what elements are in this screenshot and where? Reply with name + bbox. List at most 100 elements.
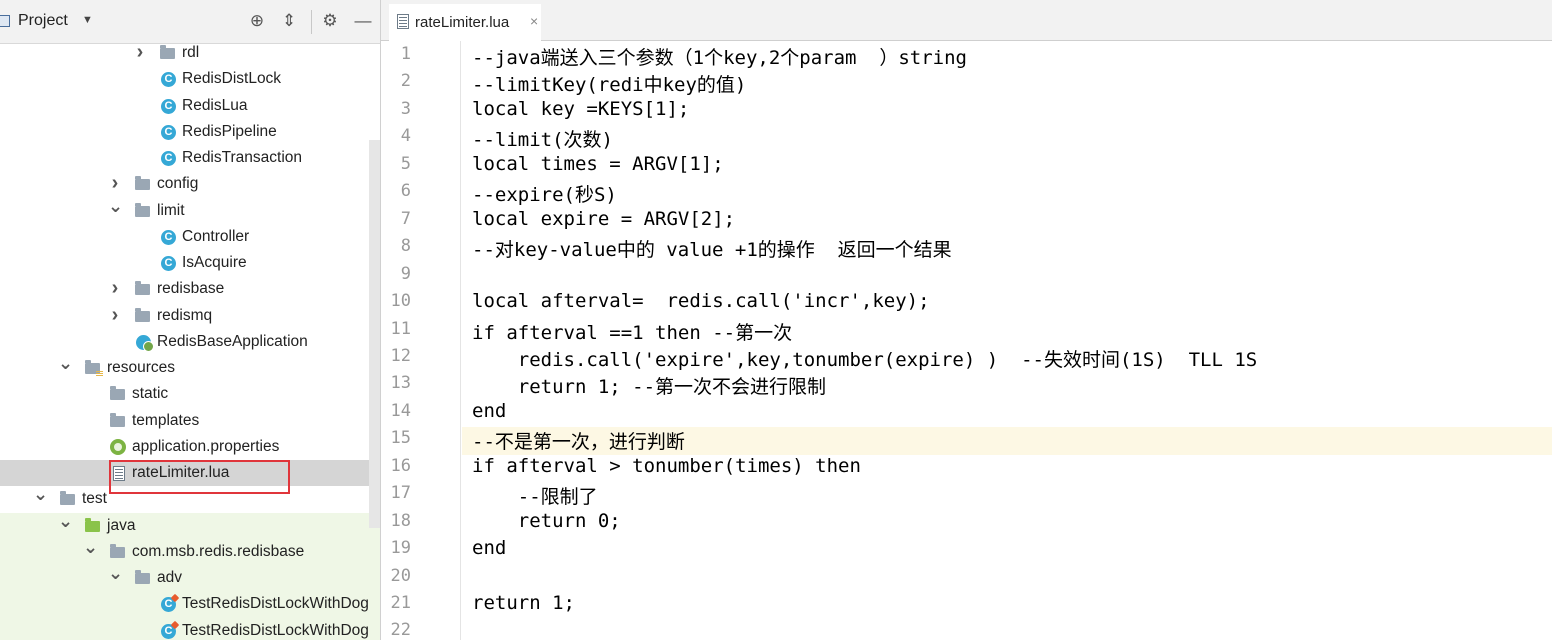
tree-item-testredisdistlockwithdog[interactable]: C TestRedisDistLockWithDog bbox=[0, 591, 381, 617]
collapse-arrow-icon[interactable] bbox=[58, 513, 72, 539]
project-view-icon bbox=[0, 15, 10, 27]
project-view-selector[interactable]: Project bbox=[18, 12, 68, 30]
code-line[interactable]: return 1; --第一次不会进行限制 bbox=[472, 372, 826, 399]
tree-item-application-properties[interactable]: application.properties bbox=[0, 434, 381, 460]
collapse-arrow-icon[interactable] bbox=[58, 355, 72, 381]
tree-item-label: resources bbox=[107, 359, 176, 376]
tree-item-redismq[interactable]: redismq bbox=[0, 303, 381, 329]
code-area[interactable]: --java端送入三个参数（1个key,2个param ）string --lim… bbox=[462, 41, 1552, 640]
code-line[interactable]: --不是第一次，进行判断 bbox=[472, 427, 685, 454]
tree-item-com-msb-redis-redisbase[interactable]: com.msb.redis.redisbase bbox=[0, 539, 381, 565]
tree-item-redisdistlock[interactable]: C RedisDistLock bbox=[0, 66, 381, 92]
gear-icon[interactable]: ⚙ bbox=[320, 10, 340, 32]
expand-arrow-icon[interactable] bbox=[108, 171, 122, 197]
chevron-down-icon[interactable]: ▼ bbox=[82, 14, 93, 26]
tree-item-resources[interactable]: resources bbox=[0, 355, 381, 381]
line-number: 19 bbox=[390, 538, 411, 559]
tree-item-testredisdistlockwithdog-2[interactable]: C TestRedisDistLockWithDog bbox=[0, 618, 381, 640]
code-editor: rateLimiter.lua × 1 2 3 4 5 6 7 8 9 10 11 12 13 14 15 1… bbox=[381, 0, 1552, 640]
tree-item-label: RedisDistLock bbox=[182, 70, 282, 87]
package-icon bbox=[135, 203, 150, 217]
class-icon: C bbox=[161, 151, 176, 166]
code-line[interactable]: local times = ARGV[1]; bbox=[472, 153, 724, 175]
tree-item-static[interactable]: static bbox=[0, 381, 381, 407]
test-class-icon: C bbox=[161, 597, 176, 612]
resources-folder-icon bbox=[85, 360, 103, 376]
tree-item-label: redismq bbox=[157, 307, 213, 324]
collapse-arrow-icon[interactable] bbox=[83, 539, 97, 565]
tree-item-label: rdl bbox=[182, 44, 200, 61]
test-class-icon: C bbox=[161, 624, 176, 639]
tree-item-label: templates bbox=[132, 412, 200, 429]
tree-item-label: application.properties bbox=[132, 438, 280, 455]
tree-item-rdl[interactable]: rdl bbox=[0, 40, 381, 66]
tree-item-label: TestRedisDistLockWithDog bbox=[182, 622, 369, 639]
code-line[interactable]: if afterval > tonumber(times) then bbox=[472, 455, 861, 477]
hide-panel-icon[interactable]: — bbox=[353, 10, 373, 32]
collapse-all-icon[interactable]: ⇕ bbox=[279, 10, 299, 32]
close-icon[interactable]: × bbox=[530, 13, 538, 29]
code-line[interactable]: end bbox=[472, 537, 506, 559]
tree-item-label: Controller bbox=[182, 228, 250, 245]
collapse-arrow-icon[interactable] bbox=[108, 198, 122, 224]
code-line[interactable]: local key =KEYS[1]; bbox=[472, 98, 689, 120]
tree-item-label: java bbox=[107, 517, 136, 534]
tab-label: rateLimiter.lua bbox=[415, 14, 510, 31]
code-line[interactable]: --limitKey(redi中key的值) bbox=[472, 70, 746, 97]
class-icon: C bbox=[161, 72, 176, 87]
tree-item-controller[interactable]: C Controller bbox=[0, 224, 381, 250]
tree-item-label: RedisBaseApplication bbox=[157, 333, 308, 350]
text-file-icon bbox=[397, 14, 409, 29]
code-line[interactable]: return 1; bbox=[472, 592, 575, 614]
project-scrollbar[interactable] bbox=[369, 140, 380, 528]
package-icon bbox=[135, 308, 150, 322]
spring-properties-icon bbox=[110, 439, 126, 455]
code-line[interactable]: end bbox=[472, 400, 506, 422]
tree-item-label: IsAcquire bbox=[182, 254, 247, 271]
line-number: 14 bbox=[390, 400, 411, 421]
tree-item-adv[interactable]: adv bbox=[0, 565, 381, 591]
tree-item-redisbase[interactable]: redisbase bbox=[0, 276, 381, 302]
code-line[interactable]: --限制了 bbox=[472, 482, 598, 509]
code-line[interactable]: if afterval ==1 then --第一次 bbox=[472, 318, 792, 345]
tree-item-java[interactable]: java bbox=[0, 513, 381, 539]
code-line[interactable]: --limit(次数) bbox=[472, 125, 613, 152]
expand-arrow-icon[interactable] bbox=[108, 303, 122, 329]
code-line[interactable]: --expire(秒S) bbox=[472, 180, 617, 207]
project-tree: rdl C RedisDistLock C RedisLua C RedisPi… bbox=[0, 44, 381, 640]
expand-arrow-icon[interactable] bbox=[108, 276, 122, 302]
line-number: 5 bbox=[400, 153, 411, 174]
tree-item-templates[interactable]: templates bbox=[0, 408, 381, 434]
class-icon: C bbox=[161, 256, 176, 271]
line-number: 9 bbox=[400, 263, 411, 284]
tree-item-redispipeline[interactable]: C RedisPipeline bbox=[0, 119, 381, 145]
locate-target-icon[interactable]: ⊕ bbox=[247, 10, 267, 32]
collapse-arrow-icon[interactable] bbox=[33, 486, 47, 512]
line-number-gutter: 1 2 3 4 5 6 7 8 9 10 11 12 13 14 15 16 17 18 19 20 21 22 bbox=[381, 41, 461, 640]
tree-item-config[interactable]: config bbox=[0, 171, 381, 197]
tree-item-redislua[interactable]: C RedisLua bbox=[0, 93, 381, 119]
code-line[interactable]: return 0; bbox=[472, 510, 621, 532]
class-icon: C bbox=[161, 99, 176, 114]
folder-icon bbox=[110, 413, 125, 427]
tree-item-label: redisbase bbox=[157, 280, 225, 297]
tree-item-limit[interactable]: limit bbox=[0, 198, 381, 224]
code-line[interactable]: local expire = ARGV[2]; bbox=[472, 208, 735, 230]
expand-arrow-icon[interactable] bbox=[133, 40, 147, 66]
code-line[interactable]: redis.call('expire',key,tonumber(expire)… bbox=[472, 345, 1257, 372]
line-number: 1 bbox=[400, 44, 411, 64]
tree-item-redisbaseapplication[interactable]: RedisBaseApplication bbox=[0, 329, 381, 355]
tree-item-isacquire[interactable]: C IsAcquire bbox=[0, 250, 381, 276]
code-line[interactable]: --对key-value中的 value +1的操作 返回一个结果 bbox=[472, 235, 952, 262]
red-highlight-annotation bbox=[109, 460, 290, 494]
spring-boot-app-icon bbox=[136, 335, 154, 352]
tab-ratelimiter-lua[interactable]: rateLimiter.lua × bbox=[389, 4, 541, 41]
package-icon bbox=[135, 570, 150, 584]
code-line[interactable]: --java端送入三个参数（1个key,2个param ）string bbox=[472, 43, 967, 70]
folder-icon bbox=[60, 491, 75, 505]
tree-item-redistransaction[interactable]: C RedisTransaction bbox=[0, 145, 381, 171]
tree-item-label: config bbox=[157, 175, 199, 192]
collapse-arrow-icon[interactable] bbox=[108, 565, 122, 591]
line-number: 21 bbox=[390, 593, 411, 613]
code-line[interactable]: local afterval= redis.call('incr',key); bbox=[472, 290, 930, 312]
